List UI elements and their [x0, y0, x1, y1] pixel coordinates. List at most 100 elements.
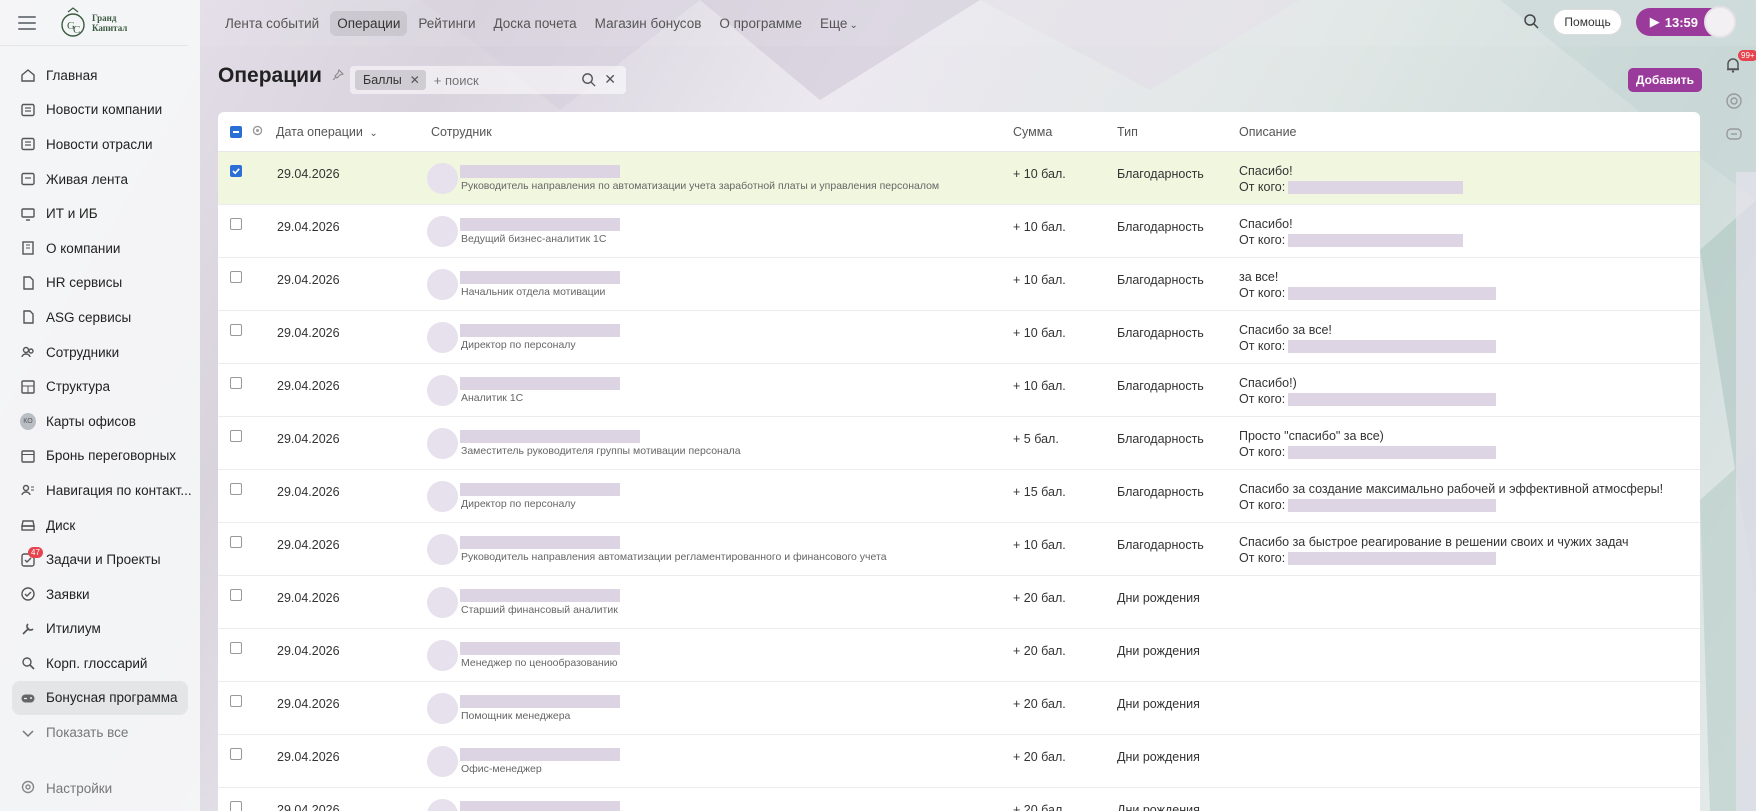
table-row[interactable]: 29.04.2026 Аналитик 1С + 10 бал. Благодарно… — [218, 364, 1700, 417]
sidebar-item-6[interactable]: HR сервисы — [0, 266, 200, 301]
row-checkbox[interactable] — [230, 165, 242, 177]
row-checkbox[interactable] — [230, 642, 242, 654]
employee-name-redacted[interactable] — [460, 218, 620, 231]
table-row[interactable]: 29.04.2026 Ведущий бизнес-аналитик 1С + 10… — [218, 205, 1700, 258]
copilot-icon[interactable] — [1725, 92, 1743, 110]
table-row[interactable]: 29.04.2026 Менеджер по ценообразованию + 2… — [218, 629, 1700, 682]
table-row[interactable]: 29.04.2026 Помощник менеджера + 20 бал. Дни… — [218, 682, 1700, 735]
table-row[interactable]: 29.04.2026 Старший финансовый аналитик + 2… — [218, 576, 1700, 629]
sidebar-item-19[interactable]: Показать все — [0, 715, 200, 750]
from-name-redacted[interactable] — [1288, 552, 1497, 566]
employee-avatar[interactable] — [427, 640, 458, 671]
employee-avatar[interactable] — [427, 746, 458, 777]
row-checkbox[interactable] — [230, 430, 242, 442]
row-checkbox[interactable] — [230, 377, 242, 389]
work-timer-button[interactable]: ▶ 13:59 — [1635, 6, 1736, 38]
employee-avatar[interactable] — [427, 799, 458, 811]
menu-icon[interactable] — [18, 15, 36, 30]
header-sum[interactable]: Сумма — [1013, 125, 1052, 139]
sidebar-item-14[interactable]: 47 Задачи и Проекты — [0, 542, 200, 577]
header-date[interactable]: Дата операции ⌄ — [276, 125, 378, 139]
employee-avatar[interactable] — [427, 269, 458, 300]
from-name-redacted[interactable] — [1288, 234, 1464, 248]
employee-name-redacted[interactable] — [460, 483, 620, 496]
employee-avatar[interactable] — [427, 428, 458, 459]
employee-name-redacted[interactable] — [460, 430, 640, 443]
row-checkbox[interactable] — [230, 218, 242, 230]
employee-name-redacted[interactable] — [460, 801, 620, 811]
filter-chip[interactable]: Баллы ✕ — [355, 70, 426, 90]
chip-remove-icon[interactable]: ✕ — [410, 73, 420, 87]
row-checkbox[interactable] — [230, 324, 242, 336]
sidebar-item-18[interactable]: Бонусная программа — [12, 680, 188, 716]
add-button[interactable]: Добавить — [1627, 68, 1702, 92]
search-icon[interactable] — [581, 72, 596, 90]
search-icon[interactable] — [1523, 13, 1539, 32]
employee-avatar[interactable] — [427, 322, 458, 353]
employee-avatar[interactable] — [427, 693, 458, 724]
top-nav-item-0[interactable]: Лента событий — [218, 11, 326, 36]
row-checkbox[interactable] — [230, 483, 242, 495]
from-name-redacted[interactable] — [1288, 499, 1497, 513]
column-settings-icon[interactable] — [251, 124, 264, 140]
table-row[interactable]: 29.04.2026 Начальник отдела мотивации + 10… — [218, 258, 1700, 311]
sidebar-item-11[interactable]: Бронь переговорных — [0, 439, 200, 474]
filter-search-box[interactable]: Баллы ✕ ✕ — [350, 66, 626, 94]
sidebar-item-16[interactable]: Итилиум — [0, 612, 200, 647]
row-checkbox[interactable] — [230, 271, 242, 283]
top-nav-item-6[interactable]: Еще ⌄ — [813, 11, 865, 36]
top-nav-item-2[interactable]: Рейтинги — [411, 11, 482, 36]
row-checkbox[interactable] — [230, 695, 242, 707]
sidebar-item-2[interactable]: Новости отрасли — [0, 127, 200, 162]
sidebar-item-3[interactable]: Живая лента — [0, 162, 200, 197]
employee-avatar[interactable] — [427, 587, 458, 618]
top-nav-item-3[interactable]: Доска почета — [487, 11, 584, 36]
sidebar-item-7[interactable]: ASG сервисы — [0, 300, 200, 335]
employee-name-redacted[interactable] — [460, 695, 620, 708]
employee-avatar[interactable] — [427, 375, 458, 406]
employee-name-redacted[interactable] — [460, 748, 620, 761]
sidebar-item-4[interactable]: ИТ и ИБ — [0, 196, 200, 231]
help-button[interactable]: Помощь — [1553, 9, 1622, 35]
employee-name-redacted[interactable] — [460, 271, 620, 284]
sidebar-item-12[interactable]: Навигация по контакт... — [0, 473, 200, 508]
clear-icon[interactable]: ✕ — [604, 71, 616, 88]
table-row[interactable]: 29.04.2026 + 20 бал. Дни рождения — [218, 788, 1700, 811]
sidebar-item-10[interactable]: КО Карты офисов — [0, 404, 200, 439]
user-avatar[interactable] — [1704, 6, 1736, 38]
select-all-checkbox[interactable] — [230, 126, 242, 138]
table-row[interactable]: 29.04.2026 Директор по персоналу + 10 бал.… — [218, 311, 1700, 364]
sidebar-item-5[interactable]: О компании — [0, 231, 200, 266]
employee-avatar[interactable] — [427, 163, 458, 194]
sidebar-item-settings[interactable]: Настройки — [0, 775, 112, 801]
employee-name-redacted[interactable] — [460, 536, 620, 549]
sidebar-item-17[interactable]: Корп. глоссарий — [0, 646, 200, 681]
from-name-redacted[interactable] — [1288, 446, 1497, 460]
table-row[interactable]: 29.04.2026 Руководитель направления по ав… — [218, 152, 1700, 205]
row-checkbox[interactable] — [230, 536, 242, 548]
sidebar-item-9[interactable]: Структура — [0, 369, 200, 404]
top-nav-item-1[interactable]: Операции — [330, 10, 408, 36]
sidebar-item-0[interactable]: Главная — [0, 58, 200, 93]
from-name-redacted[interactable] — [1288, 181, 1464, 195]
table-row[interactable]: 29.04.2026 Офис-менеджер + 20 бал. Дни рожд… — [218, 735, 1700, 788]
header-employee[interactable]: Сотрудник — [431, 125, 492, 139]
sidebar-item-13[interactable]: Диск — [0, 508, 200, 543]
table-row[interactable]: 29.04.2026 Директор по персоналу + 15 бал.… — [218, 470, 1700, 523]
row-checkbox[interactable] — [230, 748, 242, 760]
table-row[interactable]: 29.04.2026 Руководитель направления автом… — [218, 523, 1700, 576]
sidebar-item-8[interactable]: Сотрудники — [0, 335, 200, 370]
from-name-redacted[interactable] — [1288, 340, 1497, 354]
table-row[interactable]: 29.04.2026 Заместитель руководителя групп… — [218, 417, 1700, 470]
employee-name-redacted[interactable] — [460, 324, 620, 337]
employee-name-redacted[interactable] — [460, 589, 620, 602]
chat-icon[interactable] — [1725, 126, 1743, 144]
from-name-redacted[interactable] — [1288, 393, 1497, 407]
employee-name-redacted[interactable] — [460, 642, 620, 655]
company-logo[interactable]: G C Гранд Капитал — [58, 6, 127, 40]
top-nav-item-5[interactable]: О программе — [712, 11, 809, 36]
scrollbar[interactable] — [1736, 172, 1756, 811]
employee-avatar[interactable] — [427, 481, 458, 512]
header-type[interactable]: Тип — [1117, 125, 1138, 139]
sidebar-item-1[interactable]: Новости компании — [0, 93, 200, 128]
